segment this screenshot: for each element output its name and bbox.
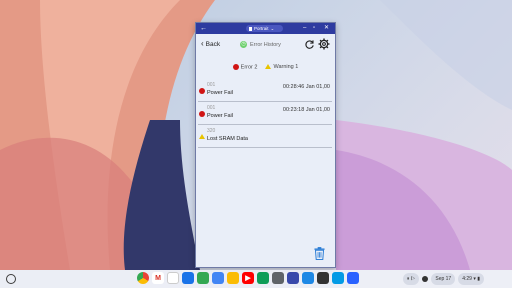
orientation-tab[interactable]: Portrait ⌄ <box>246 25 283 32</box>
warning-triangle-icon <box>265 64 272 70</box>
error-dot-icon <box>199 111 205 117</box>
warning-count: Warning 1 <box>265 64 298 70</box>
refresh-icon[interactable] <box>304 39 315 50</box>
play-store-icon[interactable] <box>227 272 239 284</box>
pinned-apps: M ▶ <box>137 272 359 286</box>
page-title: ◷ Error History <box>240 41 281 48</box>
camera-icon[interactable] <box>272 272 284 284</box>
history-icon: ◷ <box>240 41 247 48</box>
calendar-icon[interactable] <box>167 272 179 284</box>
list-item[interactable]: 001 Power Fail 00:23:18 Jan 01,00 <box>198 102 332 125</box>
window-back-arrow-icon[interactable]: ← <box>200 23 207 34</box>
app-icon[interactable] <box>302 272 314 284</box>
phone-icon <box>249 26 252 31</box>
clock-status[interactable]: 4:29 ▾ ▮ <box>458 273 484 285</box>
back-button[interactable]: ‹ Back <box>201 40 220 48</box>
youtube-icon[interactable]: ▶ <box>242 272 254 284</box>
chevron-down-icon: ⌄ <box>270 26 275 31</box>
list-item[interactable]: 320 Lost SRAM Data <box>198 125 332 148</box>
orientation-tab-label: Portrait <box>254 26 269 31</box>
warning-count-label: Warning 1 <box>273 64 299 70</box>
error-label: Lost SRAM Data <box>207 136 248 142</box>
app-bar: ‹ Back ◷ Error History <box>196 34 335 56</box>
system-tray: ⏸ ▷ Sep 17 4:29 ▾ ▮ <box>403 272 484 286</box>
app-icon[interactable] <box>332 272 344 284</box>
minimize-icon[interactable]: – <box>303 23 306 34</box>
error-code: 001 <box>207 105 216 111</box>
trash-icon[interactable] <box>314 247 325 260</box>
maximize-icon[interactable]: ▫ <box>313 23 315 34</box>
error-dot-icon <box>199 88 205 94</box>
app-icon[interactable] <box>347 272 359 284</box>
page-title-label: Error History <box>250 41 281 48</box>
app-icon[interactable] <box>287 272 299 284</box>
error-code: 001 <box>207 82 216 88</box>
error-label: Power Fail <box>207 113 233 119</box>
error-code: 320 <box>207 128 216 134</box>
close-icon[interactable]: ✕ <box>324 23 329 34</box>
error-count-label: Error 2 <box>240 64 258 71</box>
back-label: Back <box>205 40 221 48</box>
status-dot-icon <box>422 276 429 282</box>
files-icon[interactable] <box>182 272 194 284</box>
error-dot-icon <box>232 63 239 70</box>
photos-icon[interactable] <box>212 272 224 284</box>
error-time: 00:23:18 Jan 01,00 <box>282 107 330 113</box>
app-window: ← Portrait ⌄ – ▫ ✕ ‹ Back ◷ Error Histor… <box>195 22 336 268</box>
error-time: 00:28:46 Jan 01,00 <box>282 84 330 90</box>
chrome-icon[interactable] <box>137 272 149 284</box>
clock-time: 4:29 <box>462 276 472 282</box>
docs-icon[interactable] <box>197 272 209 284</box>
launcher-icon[interactable] <box>6 274 16 284</box>
date-pill[interactable]: Sep 17 <box>431 273 456 285</box>
media-controls[interactable]: ⏸ ▷ <box>403 273 420 285</box>
list-item[interactable]: 001 Power Fail 00:28:46 Jan 01,00 <box>198 79 332 102</box>
error-label: Power Fail <box>207 90 233 96</box>
error-summary: Error 2 Warning 1 <box>196 62 335 72</box>
meet-icon[interactable] <box>257 272 269 284</box>
gear-icon[interactable] <box>318 38 330 50</box>
app-icon[interactable] <box>317 272 329 284</box>
error-count: Error 2 <box>232 63 258 71</box>
error-list: 001 Power Fail 00:28:46 Jan 01,00 001 Po… <box>198 79 332 148</box>
chevron-left-icon: ‹ <box>201 39 204 48</box>
warning-triangle-icon <box>199 134 205 139</box>
gmail-icon[interactable]: M <box>152 272 164 284</box>
window-titlebar: ← Portrait ⌄ – ▫ ✕ <box>196 23 335 34</box>
